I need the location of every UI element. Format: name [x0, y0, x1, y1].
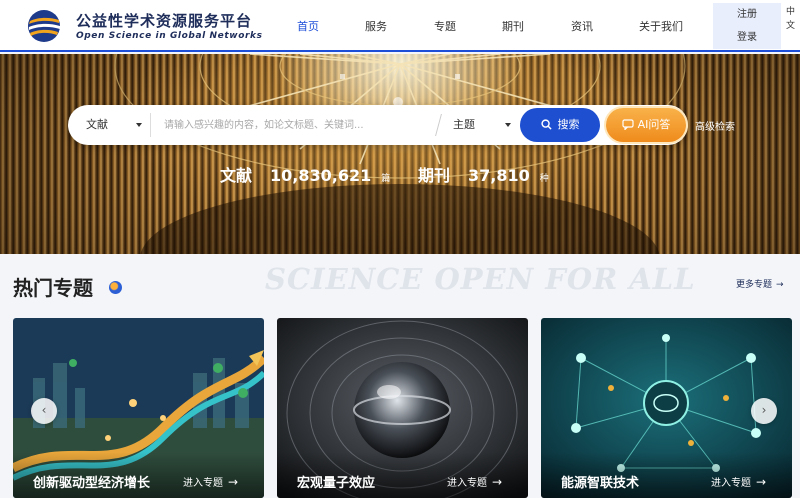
enter-topic-link[interactable]: 进入专题 → [447, 474, 502, 489]
brand-name-cn[interactable]: 公益性学术资源服务平台 [76, 10, 252, 31]
more-topics-label: 更多专题 [736, 280, 773, 290]
carousel-next-button[interactable]: › [751, 398, 777, 424]
stat-unit: 篇 [381, 174, 391, 184]
search-type-select[interactable]: 文献 [68, 105, 150, 145]
nav-about[interactable]: 关于我们 [625, 0, 697, 52]
brand-name-en[interactable]: Open Science in Global Networks [76, 31, 263, 41]
search-button[interactable]: 搜索 [520, 108, 600, 142]
search-bar: 文献 主题 搜索 AI问答 [68, 105, 688, 145]
enter-topic-link[interactable]: 进入专题 → [711, 474, 766, 489]
advanced-search-link[interactable]: 高级检索 [695, 118, 735, 133]
stat-journals: 期刊 37,810 种 [418, 162, 549, 186]
nav-journals[interactable]: 期刊 [477, 0, 549, 52]
stat-value: 37,810 [468, 166, 530, 185]
section-badge-icon [109, 281, 122, 294]
card-title: 创新驱动型经济增长 [33, 476, 151, 491]
logo-globe-icon[interactable] [26, 8, 62, 44]
enter-label: 进入专题 [183, 478, 223, 489]
search-type-value: 文献 [86, 118, 108, 131]
search-field-select[interactable]: 主题 [453, 105, 521, 145]
divider [435, 114, 442, 136]
stat-label: 期刊 [418, 166, 451, 185]
caret-down-icon [505, 123, 511, 127]
hero-vignette [0, 54, 800, 254]
nav-news[interactable]: 资讯 [546, 0, 618, 52]
divider [150, 113, 151, 137]
carousel-prev-button[interactable]: ‹ [31, 398, 57, 424]
card-title: 宏观量子效应 [297, 476, 376, 491]
arrow-right-icon: → [756, 475, 767, 489]
section-slogan: SCIENCE OPEN FOR ALL [265, 262, 696, 296]
enter-topic-link[interactable]: 进入专题 → [183, 474, 238, 489]
caret-down-icon [136, 123, 142, 127]
ai-chat-icon [622, 118, 634, 130]
hero-banner [0, 54, 800, 254]
chevron-left-icon: ‹ [41, 403, 47, 417]
search-button-label: 搜索 [557, 118, 580, 131]
chevron-right-icon: › [761, 403, 767, 417]
arrow-right-icon: → [228, 475, 239, 489]
enter-label: 进入专题 [711, 478, 751, 489]
login-link[interactable]: 登录 [713, 26, 781, 49]
search-field-value: 主题 [453, 118, 475, 131]
stat-unit: 种 [539, 174, 549, 184]
more-topics-link[interactable]: 更多专题 → [736, 277, 784, 290]
topic-card[interactable]: 宏观量子效应 进入专题 → [277, 318, 528, 498]
site-header: 公益性学术资源服务平台 Open Science in Global Netwo… [0, 0, 800, 52]
main-nav: 首页 服务 专题 期刊 资讯 关于我们 [270, 0, 710, 52]
enter-label: 进入专题 [447, 478, 487, 489]
language-switch[interactable]: 中文 [786, 5, 800, 33]
nav-services[interactable]: 服务 [340, 0, 412, 52]
search-input[interactable] [164, 113, 434, 137]
section-title: 热门专题 [13, 276, 93, 300]
arrow-right-icon: → [776, 280, 784, 290]
stat-label: 文献 [220, 166, 253, 185]
card-title: 能源智联技术 [561, 476, 640, 491]
stat-value: 10,830,621 [270, 166, 372, 185]
stat-literature: 文献 10,830,621 篇 [220, 162, 390, 186]
topic-cards: 创新驱动型经济增长 进入专题 → 宏观量子效应 进入专题 → 能源智联技术 进入… [0, 318, 800, 498]
nav-home[interactable]: 首页 [272, 0, 344, 52]
search-icon [540, 118, 552, 130]
auth-panel: 注册 登录 [713, 3, 781, 49]
ai-qa-button[interactable]: AI问答 [606, 108, 686, 142]
register-link[interactable]: 注册 [713, 3, 781, 26]
arrow-right-icon: → [492, 475, 503, 489]
nav-topics[interactable]: 专题 [409, 0, 481, 52]
ai-button-label: AI问答 [637, 118, 671, 131]
